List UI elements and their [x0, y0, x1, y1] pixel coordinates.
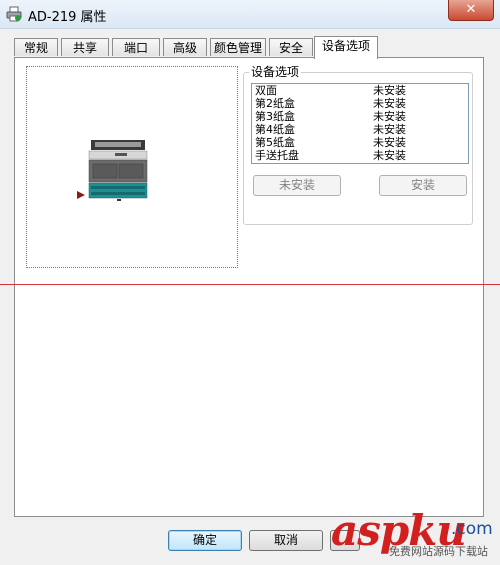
option-name: 双面	[255, 84, 277, 97]
group-label: 设备选项	[249, 65, 302, 79]
list-item[interactable]: 第3纸盒 未安装	[252, 110, 468, 123]
printer-preview	[26, 66, 238, 268]
option-status: 未安装	[373, 136, 406, 149]
watermark-suffix: .com	[451, 519, 493, 539]
option-status: 未安装	[373, 97, 406, 110]
list-item[interactable]: 第4纸盒 未安装	[252, 123, 468, 136]
option-status: 未安装	[373, 123, 406, 136]
close-icon: ✕	[465, 2, 477, 17]
device-options-list[interactable]: 双面 未安装 第2纸盒 未安装 第3纸盒 未安装 第4纸盒 未安装 第5纸盒 未…	[251, 83, 469, 164]
cancel-button[interactable]: 取消	[249, 530, 323, 551]
device-options-group: 设备选项 双面 未安装 第2纸盒 未安装 第3纸盒 未安装 第4纸盒 未安装 第…	[243, 65, 473, 225]
option-status: 未安装	[373, 84, 406, 97]
list-item[interactable]: 第5纸盒 未安装	[252, 136, 468, 149]
ok-button[interactable]: 确定	[168, 530, 242, 551]
option-name: 第4纸盒	[255, 123, 295, 136]
option-name: 第5纸盒	[255, 136, 295, 149]
tab-ports[interactable]: 端口	[112, 38, 160, 56]
option-status: 未安装	[373, 149, 406, 162]
arrow-right-icon	[77, 191, 85, 199]
tab-device-options[interactable]: 设备选项	[314, 36, 378, 59]
option-name: 第2纸盒	[255, 97, 295, 110]
close-button[interactable]: ✕	[448, 0, 494, 21]
option-name: 手送托盘	[255, 149, 299, 162]
title-bar: AD-219 属性 ✕	[0, 0, 500, 29]
option-name: 第3纸盒	[255, 110, 295, 123]
printer-machine-image	[88, 140, 148, 201]
watermark-subtitle: 免费网站源码下载站	[389, 545, 488, 558]
tab-color-management[interactable]: 颜色管理	[210, 38, 266, 56]
divider-line	[0, 284, 500, 285]
list-item[interactable]: 双面 未安装	[252, 84, 468, 97]
install-button[interactable]: 安装	[379, 175, 467, 196]
device-options-panel: 设备选项 双面 未安装 第2纸盒 未安装 第3纸盒 未安装 第4纸盒 未安装 第…	[14, 57, 484, 517]
window-title: AD-219 属性	[28, 10, 107, 25]
option-status: 未安装	[373, 110, 406, 123]
tab-security[interactable]: 安全	[269, 38, 313, 56]
list-item[interactable]: 第2纸盒 未安装	[252, 97, 468, 110]
printer-icon	[6, 6, 22, 22]
tab-advanced[interactable]: 高级	[163, 38, 207, 56]
tab-general[interactable]: 常规	[14, 38, 58, 56]
uninstall-button[interactable]: 未安装	[253, 175, 341, 196]
tab-sharing[interactable]: 共享	[61, 38, 109, 56]
list-item[interactable]: 手送托盘 未安装	[252, 149, 468, 162]
